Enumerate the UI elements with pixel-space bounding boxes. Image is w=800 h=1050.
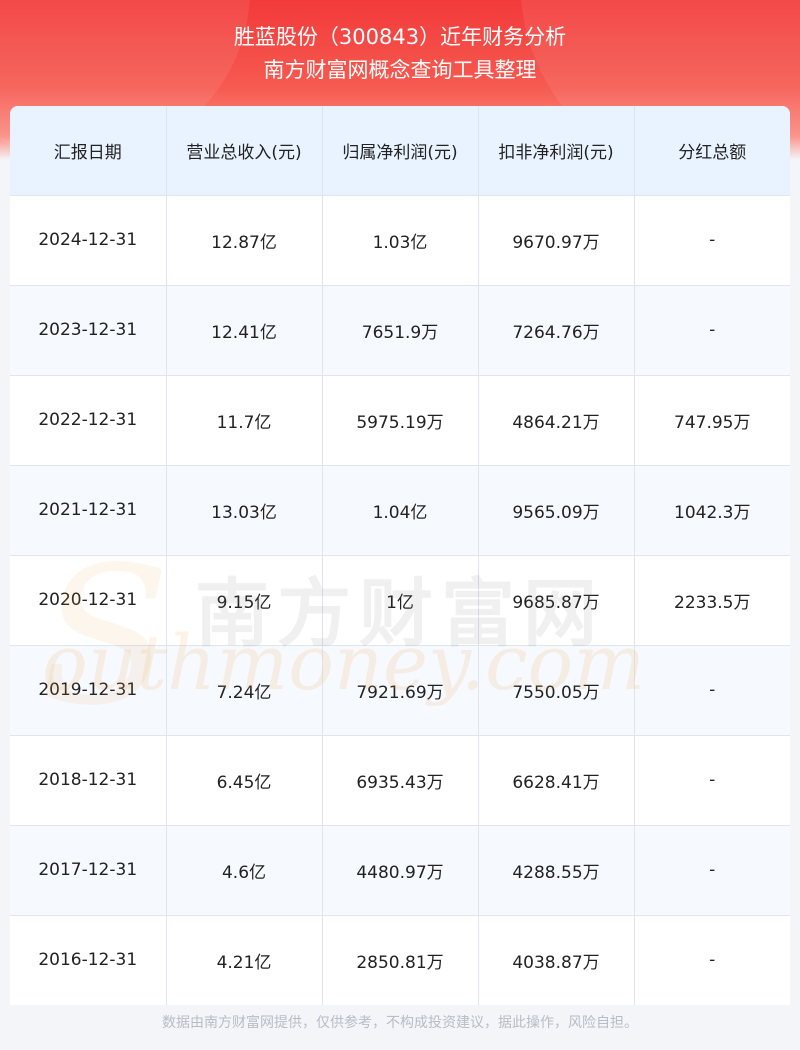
table-row: 2024-12-31 12.87亿 1.03亿 9670.97万 - <box>10 194 790 286</box>
table-row: 2023-12-31 12.41亿 7651.9万 7264.76万 - <box>10 284 790 376</box>
financial-table-card: 汇报日期 营业总收入(元) 归属净利润(元) 扣非净利润(元) 分红总额 202… <box>10 106 790 1005</box>
cell-adjusted-net-profit: 9685.87万 <box>477 554 635 646</box>
cell-date: 2020-12-31 <box>10 554 167 646</box>
cell-dividend: - <box>633 824 790 916</box>
cell-net-profit: 6935.43万 <box>321 734 479 826</box>
column-header-adjusted-net-profit: 扣非净利润(元) <box>477 106 635 196</box>
cell-date: 2021-12-31 <box>10 464 167 556</box>
cell-date: 2024-12-31 <box>10 194 167 286</box>
page-subtitle: 南方财富网概念查询工具整理 <box>263 58 537 82</box>
cell-adjusted-net-profit: 9670.97万 <box>477 194 635 286</box>
cell-net-profit: 1.04亿 <box>321 464 479 556</box>
table-row: 2022-12-31 11.7亿 5975.19万 4864.21万 747.9… <box>10 374 790 466</box>
cell-revenue: 9.15亿 <box>165 554 323 646</box>
table-row: 2016-12-31 4.21亿 2850.81万 4038.87万 - <box>10 914 790 1005</box>
cell-dividend: - <box>633 284 790 376</box>
cell-dividend: - <box>633 734 790 826</box>
cell-adjusted-net-profit: 7550.05万 <box>477 644 635 736</box>
financial-table: 汇报日期 营业总收入(元) 归属净利润(元) 扣非净利润(元) 分红总额 202… <box>10 106 790 1005</box>
cell-net-profit: 1亿 <box>321 554 479 646</box>
cell-revenue: 13.03亿 <box>165 464 323 556</box>
cell-revenue: 7.24亿 <box>165 644 323 736</box>
cell-revenue: 12.41亿 <box>165 284 323 376</box>
cell-adjusted-net-profit: 6628.41万 <box>477 734 635 826</box>
cell-date: 2016-12-31 <box>10 914 167 1005</box>
cell-net-profit: 4480.97万 <box>321 824 479 916</box>
cell-date: 2023-12-31 <box>10 284 167 376</box>
page-title: 胜蓝股份（300843）近年财务分析 <box>233 25 567 49</box>
cell-date: 2017-12-31 <box>10 824 167 916</box>
cell-date: 2018-12-31 <box>10 734 167 826</box>
cell-net-profit: 1.03亿 <box>321 194 479 286</box>
cell-dividend: 747.95万 <box>633 374 790 466</box>
footer-disclaimer: 数据由南方财富网提供，仅供参考，不构成投资建议，据此操作，风险自担。 <box>162 1015 638 1031</box>
column-header-dividend: 分红总额 <box>633 106 790 196</box>
table-row: 2019-12-31 7.24亿 7921.69万 7550.05万 - <box>10 644 790 736</box>
cell-dividend: 1042.3万 <box>633 464 790 556</box>
table-row: 2017-12-31 4.6亿 4480.97万 4288.55万 - <box>10 824 790 916</box>
column-header-date: 汇报日期 <box>10 106 167 196</box>
column-header-revenue: 营业总收入(元) <box>165 106 323 196</box>
cell-dividend: - <box>633 644 790 736</box>
cell-net-profit: 5975.19万 <box>321 374 479 466</box>
cell-revenue: 6.45亿 <box>165 734 323 826</box>
cell-dividend: 2233.5万 <box>633 554 790 646</box>
cell-revenue: 12.87亿 <box>165 194 323 286</box>
cell-adjusted-net-profit: 7264.76万 <box>477 284 635 376</box>
cell-dividend: - <box>633 194 790 286</box>
table-row: 2018-12-31 6.45亿 6935.43万 6628.41万 - <box>10 734 790 826</box>
cell-adjusted-net-profit: 4864.21万 <box>477 374 635 466</box>
cell-adjusted-net-profit: 9565.09万 <box>477 464 635 556</box>
table-row: 2020-12-31 9.15亿 1亿 9685.87万 2233.5万 <box>10 554 790 646</box>
column-header-net-profit: 归属净利润(元) <box>321 106 479 196</box>
cell-net-profit: 7921.69万 <box>321 644 479 736</box>
cell-date: 2019-12-31 <box>10 644 167 736</box>
cell-adjusted-net-profit: 4038.87万 <box>477 914 635 1005</box>
cell-date: 2022-12-31 <box>10 374 167 466</box>
cell-net-profit: 2850.81万 <box>321 914 479 1005</box>
cell-revenue: 4.21亿 <box>165 914 323 1005</box>
cell-revenue: 4.6亿 <box>165 824 323 916</box>
table-row: 2021-12-31 13.03亿 1.04亿 9565.09万 1042.3万 <box>10 464 790 556</box>
cell-revenue: 11.7亿 <box>165 374 323 466</box>
cell-dividend: - <box>633 914 790 1005</box>
cell-adjusted-net-profit: 4288.55万 <box>477 824 635 916</box>
cell-net-profit: 7651.9万 <box>321 284 479 376</box>
table-header-row: 汇报日期 营业总收入(元) 归属净利润(元) 扣非净利润(元) 分红总额 <box>10 106 790 196</box>
